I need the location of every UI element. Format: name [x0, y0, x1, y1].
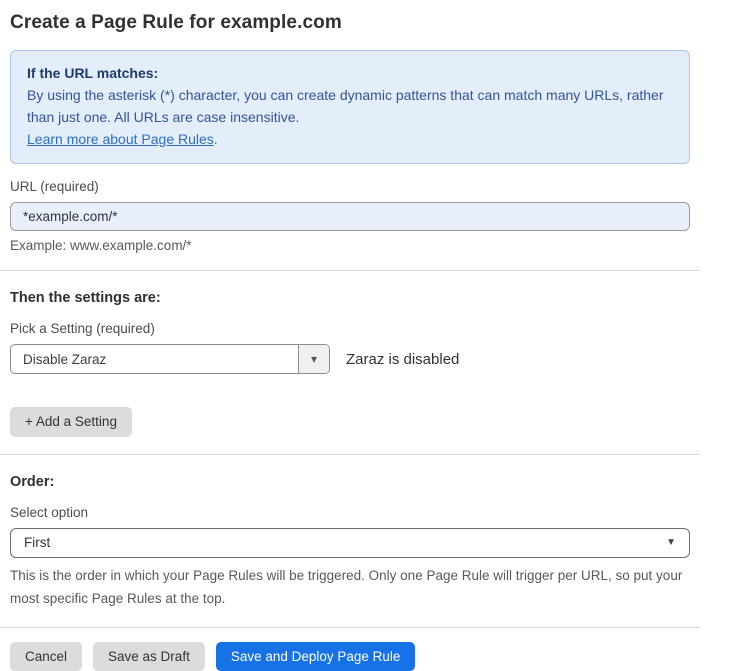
- info-box-body: By using the asterisk (*) character, you…: [27, 84, 673, 128]
- link-period: .: [214, 131, 218, 147]
- order-select-label: Select option: [10, 505, 690, 520]
- url-field-label: URL (required): [10, 179, 690, 194]
- settings-section-heading: Then the settings are:: [10, 290, 690, 306]
- url-match-info-box: If the URL matches: By using the asteris…: [10, 50, 690, 164]
- save-as-draft-button[interactable]: Save as Draft: [93, 642, 205, 671]
- order-help-text: This is the order in which your Page Rul…: [10, 564, 690, 610]
- setting-dropdown-arrow-button[interactable]: ▾: [298, 345, 329, 373]
- save-and-deploy-button[interactable]: Save and Deploy Page Rule: [216, 642, 416, 671]
- learn-more-link[interactable]: Learn more about Page Rules: [27, 131, 214, 147]
- divider: [0, 627, 700, 628]
- divider: [0, 454, 700, 455]
- add-setting-button[interactable]: + Add a Setting: [10, 407, 132, 437]
- setting-status-text: Zaraz is disabled: [346, 351, 459, 368]
- url-example-hint: Example: www.example.com/*: [10, 238, 690, 253]
- order-section-heading: Order:: [10, 474, 690, 490]
- page-title: Create a Page Rule for example.com: [10, 12, 690, 34]
- order-select-value: First: [24, 535, 50, 550]
- setting-row: Disable Zaraz ▾ Zaraz is disabled: [10, 344, 690, 374]
- order-select[interactable]: First ▼: [10, 528, 690, 558]
- info-link-line: Learn more about Page Rules.: [27, 128, 673, 150]
- cancel-button[interactable]: Cancel: [10, 642, 82, 671]
- info-box-heading: If the URL matches:: [27, 62, 673, 84]
- chevron-down-icon: ▾: [311, 352, 317, 366]
- chevron-down-icon: ▼: [666, 537, 676, 548]
- setting-dropdown-value: Disable Zaraz: [11, 345, 298, 373]
- form-actions: Cancel Save as Draft Save and Deploy Pag…: [10, 642, 690, 671]
- url-input[interactable]: [10, 202, 690, 231]
- page-rule-form: Create a Page Rule for example.com If th…: [0, 0, 750, 671]
- setting-picker-label: Pick a Setting (required): [10, 321, 690, 336]
- setting-dropdown[interactable]: Disable Zaraz ▾: [10, 344, 330, 374]
- divider: [0, 270, 700, 271]
